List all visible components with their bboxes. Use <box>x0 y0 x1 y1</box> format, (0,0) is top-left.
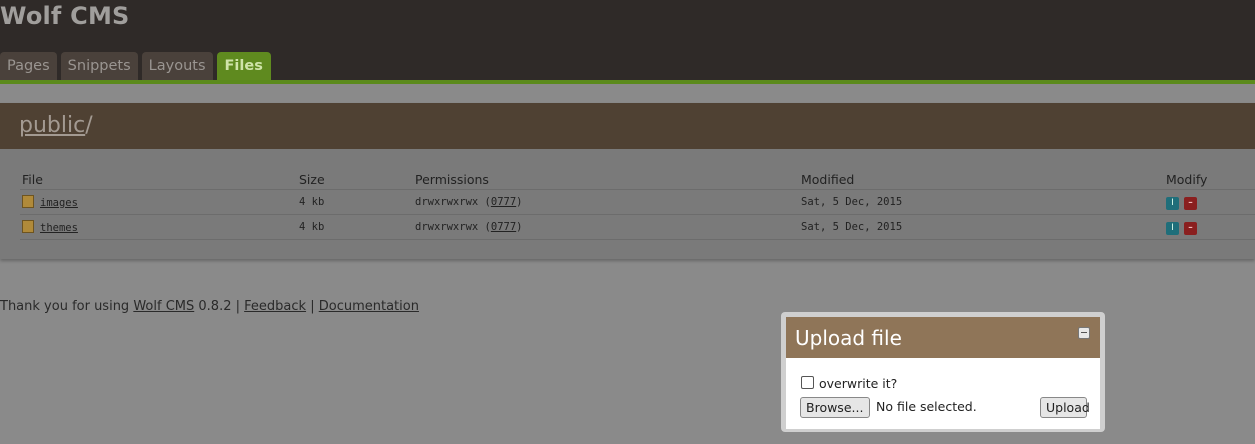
footer-separator: | <box>310 299 315 314</box>
close-icon[interactable] <box>1078 327 1090 339</box>
upload-button[interactable]: Upload <box>1040 397 1090 418</box>
upload-dialog-body: Upload file overwrite it? Browse... No f… <box>786 317 1100 429</box>
table-header-row: File Size Permissions Modified Modify <box>20 170 1255 190</box>
col-permissions: Permissions <box>413 170 799 190</box>
panel-header: public/ <box>0 103 1255 149</box>
col-modify: Modify <box>1164 170 1255 190</box>
tab-files[interactable]: Files <box>216 52 271 80</box>
permission-string: drwxrwxrwx <box>415 221 479 233</box>
footer-separator: | <box>235 299 240 314</box>
permission-string: drwxrwxrwx <box>415 196 479 208</box>
file-size: 4 kb <box>297 189 413 215</box>
file-modified: Sat, 5 Dec, 2015 <box>799 189 1164 215</box>
browse-button[interactable]: Browse... <box>800 397 870 418</box>
file-table: File Size Permissions Modified Modify im… <box>20 170 1255 240</box>
folder-icon <box>22 195 34 208</box>
breadcrumb: public/ <box>19 113 93 138</box>
documentation-link[interactable]: Documentation <box>319 299 419 314</box>
site-title: Wolf CMS <box>0 2 130 30</box>
table-row: images 4 kb drwxrwxrwx (0777) Sat, 5 Dec… <box>20 189 1255 215</box>
modify-cell: I – <box>1164 214 1255 240</box>
upload-dialog: Upload file overwrite it? Browse... No f… <box>781 312 1105 432</box>
rename-icon[interactable]: I <box>1166 222 1179 235</box>
file-link-themes[interactable]: themes <box>40 222 78 234</box>
tab-pages[interactable]: Pages <box>0 52 57 80</box>
feedback-link[interactable]: Feedback <box>244 299 306 314</box>
upload-dialog-header: Upload file <box>786 317 1100 358</box>
tab-snippets[interactable]: Snippets <box>60 52 138 80</box>
header-bar: Wolf CMS Pages Snippets Layouts Files <box>0 0 1255 80</box>
table-row: themes 4 kb drwxrwxrwx (0777) Sat, 5 Dec… <box>20 214 1255 240</box>
file-name-cell: images <box>20 189 297 215</box>
tab-layouts[interactable]: Layouts <box>141 52 213 80</box>
overwrite-label: overwrite it? <box>819 376 898 391</box>
upload-dialog-title: Upload file <box>795 326 902 350</box>
file-permissions: drwxrwxrwx (0777) <box>413 214 799 240</box>
chmod-link[interactable]: 0777 <box>491 196 516 208</box>
main-tabs: Pages Snippets Layouts Files <box>0 52 275 80</box>
file-name-cell: themes <box>20 214 297 240</box>
version-text: 0.8.2 <box>198 299 232 314</box>
delete-icon[interactable]: – <box>1184 197 1197 210</box>
col-modified: Modified <box>799 170 1164 190</box>
file-permissions: drwxrwxrwx (0777) <box>413 189 799 215</box>
file-modified: Sat, 5 Dec, 2015 <box>799 214 1164 240</box>
footer: Thank you for using Wolf CMS 0.8.2 | Fee… <box>0 299 419 314</box>
delete-icon[interactable]: – <box>1184 222 1197 235</box>
chmod-link[interactable]: 0777 <box>491 221 516 233</box>
breadcrumb-public-link[interactable]: public <box>19 113 85 138</box>
folder-icon <box>22 220 34 233</box>
file-size: 4 kb <box>297 214 413 240</box>
tab-underline <box>0 80 1255 84</box>
wolfcms-link[interactable]: Wolf CMS <box>133 299 194 314</box>
rename-icon[interactable]: I <box>1166 197 1179 210</box>
col-size: Size <box>297 170 413 190</box>
footer-text: Thank you for using <box>0 299 130 314</box>
overwrite-checkbox[interactable] <box>801 376 814 389</box>
file-link-images[interactable]: images <box>40 197 78 209</box>
files-panel: public/ File Size Permissions Modified M… <box>0 103 1255 259</box>
col-file: File <box>20 170 297 190</box>
file-status-text: No file selected. <box>876 399 977 414</box>
breadcrumb-separator: / <box>85 113 93 138</box>
modify-cell: I – <box>1164 189 1255 215</box>
